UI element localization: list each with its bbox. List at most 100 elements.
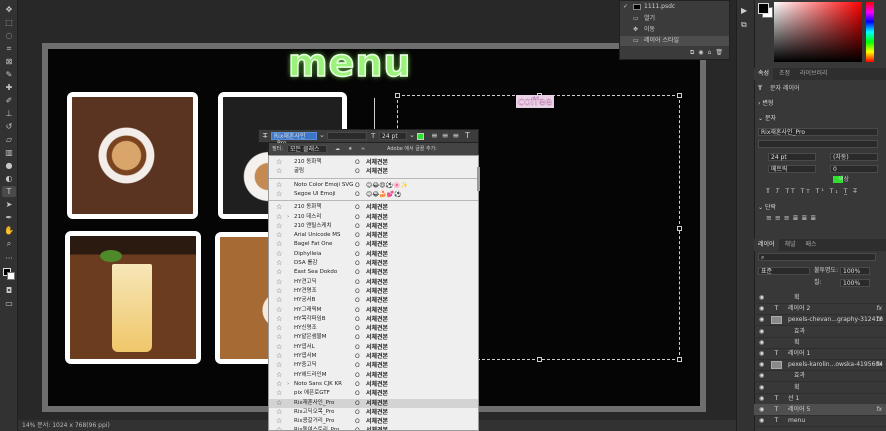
gradient-tool-icon[interactable]: ▥ bbox=[2, 147, 16, 158]
align-buttons[interactable]: ≡≡≡ bbox=[431, 131, 463, 140]
layer-effect-row[interactable]: ◉ 획 bbox=[754, 337, 886, 349]
visibility-eye-icon[interactable]: ◉ bbox=[759, 382, 764, 394]
layer-effect-row[interactable]: ◉ 획 bbox=[754, 382, 886, 394]
favorite-star-icon[interactable]: ☆ bbox=[276, 380, 282, 389]
favorite-star-icon[interactable]: ☆ bbox=[276, 352, 282, 361]
layer-effect-row[interactable]: ◉ 효과 bbox=[754, 326, 886, 338]
eyedropper-tool-icon[interactable]: ✎ bbox=[2, 69, 16, 80]
chevron-down-icon[interactable]: ⌄ bbox=[319, 131, 325, 139]
filter-class-select[interactable]: 모든 클래스 bbox=[287, 145, 327, 153]
font-list-item[interactable]: ☆ HY엽서L O 서체견본 bbox=[269, 343, 478, 352]
favorite-star-icon[interactable]: ☆ bbox=[276, 343, 282, 352]
font-family-field[interactable]: Rix재혼사인_Pro bbox=[271, 132, 317, 147]
character-size-field[interactable]: 24 pt bbox=[768, 153, 816, 161]
font-list-item[interactable]: ☆ Noto Color Emoji SVG O 😊😂😍⚽🌸✨ bbox=[269, 181, 478, 190]
hand-tool-icon[interactable]: ✋ bbox=[2, 225, 16, 236]
font-list-item[interactable]: ☆ Bagel Fat One O 서체견본 bbox=[269, 240, 478, 249]
opacity-field[interactable]: 100% bbox=[840, 267, 870, 275]
quick-mask-icon[interactable]: ◘ bbox=[2, 285, 16, 296]
favorite-star-icon[interactable]: ☆ bbox=[276, 324, 282, 333]
font-list-item[interactable]: ☆ HY신명조 O 서체견본 bbox=[269, 324, 478, 333]
layer-row[interactable]: ◉ T 레이어 1 bbox=[754, 348, 886, 360]
font-list-item[interactable]: ☆ East Sea Dokdo O 서체견본 bbox=[269, 268, 478, 277]
favorite-star-icon[interactable]: ☆ bbox=[276, 333, 282, 342]
font-style-field[interactable] bbox=[327, 132, 367, 140]
layer-effects-icon[interactable]: fx bbox=[876, 303, 882, 315]
visibility-eye-icon[interactable]: ◉ bbox=[759, 359, 764, 371]
blur-tool-icon[interactable]: ● bbox=[2, 160, 16, 171]
crop-tool-icon[interactable]: ⌗ bbox=[2, 43, 16, 54]
font-list-item[interactable]: ☆ › 210 데스리 O 서체견본 bbox=[269, 213, 478, 222]
blend-mode-select[interactable]: 표준 bbox=[758, 267, 810, 275]
font-list-item[interactable]: ☆ Arial Unicode MS O 서체견본 bbox=[269, 231, 478, 240]
type-tool-icon[interactable]: T bbox=[2, 186, 16, 197]
tab-channels[interactable]: 채널 bbox=[780, 239, 799, 251]
font-list-item[interactable]: ☆ › Noto Sans CJK KR O 서체견본 bbox=[269, 380, 478, 389]
favorite-star-icon[interactable]: ☆ bbox=[276, 371, 282, 380]
font-list-item[interactable]: ☆ Rix독여스토리_Pro O 서체견본 bbox=[269, 426, 478, 430]
layer-effects-icon[interactable]: fx bbox=[876, 404, 882, 416]
tab-libraries[interactable]: 라이브러리 bbox=[796, 68, 832, 80]
layer-effect-row[interactable]: ◉ 효과 bbox=[754, 370, 886, 383]
favorite-star-icon[interactable]: ☆ bbox=[276, 167, 282, 176]
photo-iced-drink[interactable] bbox=[65, 231, 201, 364]
section-transform[interactable]: › 변형 bbox=[758, 99, 773, 108]
zoom-tool-icon[interactable]: ⌕ bbox=[2, 238, 16, 249]
photo-coffee-cup[interactable] bbox=[67, 92, 198, 219]
font-list-item[interactable]: ☆ Rix콩갈거리_Pro O 서체견본 bbox=[269, 417, 478, 426]
layer-row[interactable]: ◉ T 레이어 2 fx bbox=[754, 303, 886, 316]
favorite-star-icon[interactable]: ☆ bbox=[276, 278, 282, 287]
chevron-right-icon[interactable]: › bbox=[287, 380, 289, 389]
layer-effects-icon[interactable]: fx bbox=[876, 314, 882, 326]
font-list-item[interactable]: ☆ HY목각파임B O 서체견본 bbox=[269, 315, 478, 324]
font-list-item[interactable]: ☆ HY엽서M O 서체견본 bbox=[269, 352, 478, 361]
font-list-item[interactable]: ☆ HY얕은샘물M O 서체견본 bbox=[269, 333, 478, 342]
font-list-item[interactable]: ☆ HY그래픽M O 서체견본 bbox=[269, 306, 478, 315]
font-list-item[interactable]: ☆ Rix재혼사인_Pro O 서체견본 bbox=[269, 398, 478, 408]
visibility-eye-icon[interactable]: ◉ bbox=[759, 393, 764, 405]
character-font-field[interactable]: Rix재혼사인_Pro bbox=[758, 128, 878, 136]
layer-row[interactable]: ◉ T 선 1 bbox=[754, 393, 886, 405]
move-tool-icon[interactable]: ✥ bbox=[2, 4, 16, 15]
character-style-buttons[interactable]: 𝐓 𝑇 TT Tт T¹ T₁ T̲ T̶ bbox=[766, 188, 859, 196]
favorite-star-icon[interactable]: ☆ bbox=[276, 417, 282, 426]
visibility-eye-icon[interactable]: ◉ bbox=[759, 326, 764, 338]
favorite-star-icon[interactable]: ☆ bbox=[276, 389, 282, 398]
favorite-star-icon[interactable]: ☆ bbox=[276, 213, 282, 222]
visibility-eye-icon[interactable]: ◉ bbox=[759, 303, 764, 315]
warp-text-icon[interactable]: T bbox=[465, 131, 470, 140]
favorite-star-icon[interactable]: ☆ bbox=[276, 426, 282, 430]
history-brush-icon[interactable]: ↺ bbox=[2, 121, 16, 132]
similar-icon[interactable]: ≈ bbox=[361, 143, 365, 155]
cloud-icon[interactable]: ☁ bbox=[335, 143, 340, 155]
path-selection-icon[interactable]: ➤ bbox=[2, 199, 16, 210]
favorite-star-icon[interactable]: ☆ bbox=[276, 268, 282, 277]
character-tracking-field[interactable]: 0 bbox=[830, 165, 878, 173]
resize-handle[interactable] bbox=[677, 93, 682, 98]
star-filter-icon[interactable]: ★ bbox=[348, 143, 352, 155]
favorite-star-icon[interactable]: ☆ bbox=[276, 250, 282, 259]
visibility-eye-icon[interactable]: ◉ bbox=[759, 337, 764, 349]
favorite-star-icon[interactable]: ☆ bbox=[276, 287, 282, 296]
character-kerning-field[interactable]: 메트릭 bbox=[768, 165, 816, 173]
favorite-star-icon[interactable]: ☆ bbox=[276, 296, 282, 305]
layer-row[interactable]: ◉ pexels-chevan...graphy-312418 fx bbox=[754, 314, 886, 327]
visibility-eye-icon[interactable]: ◉ bbox=[759, 314, 764, 326]
font-list-item[interactable]: ☆ 210 엔틸스케치 O 서체견본 bbox=[269, 222, 478, 231]
brush-tool-icon[interactable]: ✐ bbox=[2, 95, 16, 106]
foreground-color-chip[interactable] bbox=[758, 3, 769, 14]
hue-slider[interactable] bbox=[866, 2, 874, 62]
layer-filter-field[interactable]: ⌕ bbox=[758, 253, 876, 261]
history-item[interactable]: ✥ 이동 bbox=[620, 25, 729, 35]
layer-row[interactable]: ◉ Tmenu bbox=[754, 415, 886, 428]
dodge-tool-icon[interactable]: ◐ bbox=[2, 173, 16, 184]
font-list-scrollbar[interactable] bbox=[477, 167, 480, 191]
font-list-item[interactable]: ☆ 굴림 O 서체견본 bbox=[269, 167, 478, 176]
font-list-item[interactable]: ☆ HY중고딕 O 서체견본 bbox=[269, 361, 478, 370]
lasso-tool-icon[interactable]: ◌ bbox=[2, 30, 16, 41]
font-list-item[interactable]: ☆ 210 동화책 O 서체견본 bbox=[269, 203, 478, 212]
favorite-star-icon[interactable]: ☆ bbox=[276, 222, 282, 231]
font-list-item[interactable]: ☆ HY헤드라인M O 서체견본 bbox=[269, 371, 478, 380]
menu-title-text[interactable]: menu bbox=[287, 42, 411, 84]
font-list-item[interactable]: ☆ Rix고딕오목_Pro O 서체견본 bbox=[269, 408, 478, 417]
